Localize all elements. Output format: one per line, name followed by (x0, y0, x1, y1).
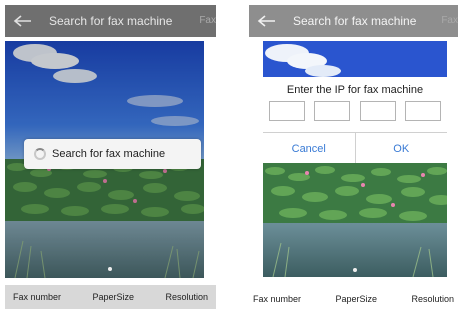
dialog-title: Enter the IP for fax machine (286, 84, 424, 96)
phone-screen-searching: Search for fax machine Fax Search for fa… (5, 5, 216, 309)
header-bar: Search for fax machine Fax (5, 5, 216, 37)
header-bar: Search for fax machine Fax (249, 5, 458, 37)
fax-tab-peek[interactable]: Fax (441, 15, 458, 26)
footer-paper-size[interactable]: PaperSize (92, 292, 134, 302)
sky-image (263, 41, 447, 77)
bottom-settings-bar: Fax number PaperSize Resolution (5, 285, 216, 309)
ip-octet-1-input[interactable] (269, 101, 305, 121)
footer-paper-size[interactable]: PaperSize (335, 294, 377, 304)
background-photo-top (263, 41, 447, 77)
back-arrow-icon[interactable] (257, 14, 277, 28)
cancel-button[interactable]: Cancel (263, 133, 355, 164)
toast-text: Search for fax machine (52, 148, 166, 160)
background-photo-bottom (263, 163, 447, 277)
ip-address-fields (269, 101, 441, 123)
ip-octet-3-input[interactable] (359, 101, 396, 121)
ip-octet-4-input[interactable] (404, 101, 441, 121)
bottom-settings-bar: Fax number PaperSize Resolution (249, 287, 458, 311)
header-title: Search for fax machine (49, 14, 173, 28)
ok-button[interactable]: OK (354, 133, 448, 164)
dialog-buttons: Cancel OK (263, 132, 447, 164)
back-arrow-icon[interactable] (13, 14, 33, 28)
footer-resolution[interactable]: Resolution (411, 294, 454, 304)
searching-toast: Search for fax machine (24, 139, 201, 169)
page-indicator-dot (353, 268, 357, 272)
page-indicator-dot (108, 267, 112, 271)
footer-fax-number[interactable]: Fax number (13, 292, 61, 302)
ip-entry-dialog: Enter the IP for fax machine Cancel OK (263, 77, 447, 164)
ip-octet-2-input[interactable] (314, 101, 351, 121)
lake-landscape-image (263, 163, 447, 277)
phone-screen-ip-entry: Search for fax machine Fax Enter the IP … (249, 5, 458, 311)
header-title: Search for fax machine (293, 14, 417, 28)
loading-spinner-icon (34, 148, 46, 160)
footer-resolution[interactable]: Resolution (165, 292, 208, 302)
footer-fax-number[interactable]: Fax number (253, 294, 301, 304)
fax-tab-peek[interactable]: Fax (199, 15, 216, 26)
